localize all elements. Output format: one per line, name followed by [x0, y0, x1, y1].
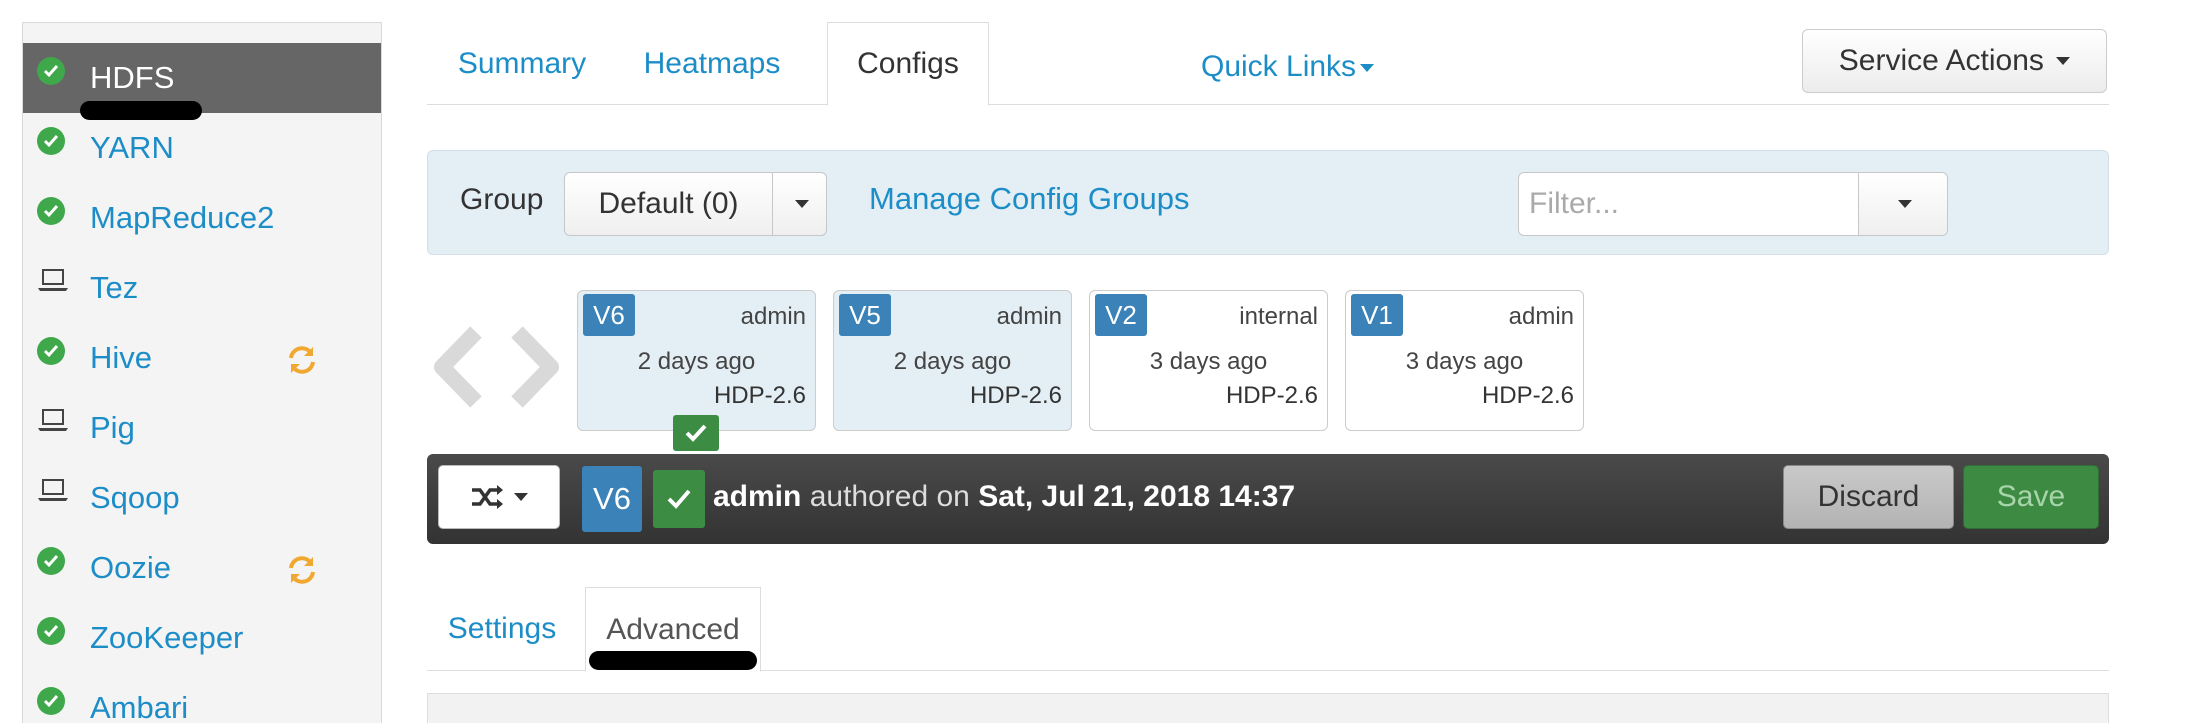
version-time: 3 days ago: [1149, 348, 1268, 375]
services-sidebar: HDFS YARN MapReduce2 Tez Hive Pig Sqoop …: [22, 22, 382, 723]
version-stack: HDP-2.6: [713, 382, 806, 409]
quick-links-dropdown[interactable]: Quick Links: [1201, 50, 1375, 84]
group-select-value[interactable]: Default (0): [565, 173, 773, 235]
sidebar-item-label: Sqoop: [90, 480, 180, 515]
sidebar-item-hdfs[interactable]: HDFS: [23, 43, 381, 113]
sidebar-item-label: Tez: [90, 270, 139, 305]
redaction-mark: [80, 101, 202, 120]
group-label: Group: [460, 183, 544, 216]
next-versions-arrow-icon[interactable]: [505, 322, 565, 412]
advanced-config-panel: [427, 693, 2109, 723]
version-time: 2 days ago: [637, 348, 756, 375]
current-version-badge: V6: [582, 466, 642, 532]
version-info-bar: V6 admin authored on Sat, Jul 21, 2018 1…: [427, 454, 2109, 544]
caret-down-icon: [2056, 57, 2071, 65]
check-circle-icon: [37, 547, 65, 575]
check-circle-icon: [37, 127, 65, 155]
sidebar-item-sqoop[interactable]: Sqoop: [23, 463, 381, 533]
group-select[interactable]: Default (0): [564, 172, 827, 236]
version-author: admin: [1508, 303, 1574, 330]
version-author: internal: [1239, 303, 1318, 330]
sidebar-item-tez[interactable]: Tez: [23, 253, 381, 323]
version-stack: HDP-2.6: [1481, 382, 1574, 409]
redaction-mark: [589, 651, 757, 670]
sidebar-item-zookeeper[interactable]: ZooKeeper: [23, 603, 381, 673]
version-author-line: admin authored on Sat, Jul 21, 2018 14:3…: [713, 480, 1295, 514]
refresh-icon[interactable]: [285, 553, 319, 587]
sidebar-item-label: MapReduce2: [90, 200, 275, 235]
check-circle-icon: [37, 687, 65, 715]
filter-box: [1518, 172, 1948, 236]
version-author-name: admin: [713, 480, 802, 513]
caret-down-icon: [514, 493, 528, 501]
version-author: admin: [996, 303, 1062, 330]
sidebar-item-label: Hive: [90, 340, 153, 375]
filter-dropdown-toggle[interactable]: [1859, 173, 1947, 235]
caret-down-icon: [1360, 64, 1375, 73]
sidebar-item-yarn[interactable]: YARN: [23, 113, 381, 183]
version-card-v1[interactable]: V1 admin 3 days ago HDP-2.6: [1345, 290, 1584, 431]
sidebar-item-label: ZooKeeper: [90, 620, 244, 655]
tab-heatmaps[interactable]: Heatmaps: [617, 22, 807, 105]
caret-down-icon: [794, 200, 809, 208]
sidebar-item-label: HDFS: [90, 60, 175, 95]
version-author: admin: [740, 303, 806, 330]
check-circle-icon: [37, 617, 65, 645]
refresh-icon[interactable]: [285, 343, 319, 377]
version-badge: V2: [1095, 294, 1147, 336]
sidebar-item-ambari[interactable]: Ambari: [23, 673, 381, 723]
sidebar-item-mapreduce2[interactable]: MapReduce2: [23, 183, 381, 253]
check-icon: [653, 470, 705, 528]
authored-on-text: authored on: [809, 480, 970, 513]
laptop-icon: [37, 407, 68, 435]
sidebar-item-pig[interactable]: Pig: [23, 393, 381, 463]
service-actions-button[interactable]: Service Actions: [1802, 29, 2107, 93]
compare-versions-button[interactable]: [438, 465, 560, 529]
group-select-toggle[interactable]: [773, 173, 826, 235]
check-circle-icon: [37, 197, 65, 225]
manage-config-groups-link[interactable]: Manage Config Groups: [869, 181, 1190, 217]
version-card-v5[interactable]: V5 admin 2 days ago HDP-2.6: [833, 290, 1072, 431]
config-group-bar: Group Default (0) Manage Config Groups: [427, 150, 2109, 255]
previous-versions-arrow-icon[interactable]: [428, 322, 488, 412]
sidebar-item-label: Pig: [90, 410, 135, 445]
version-time: 3 days ago: [1405, 348, 1524, 375]
version-badge: V1: [1351, 294, 1403, 336]
filter-input[interactable]: [1519, 173, 1859, 235]
check-circle-icon: [37, 337, 65, 365]
version-time: 2 days ago: [893, 348, 1012, 375]
version-card-v6[interactable]: V6 admin 2 days ago HDP-2.6: [577, 290, 816, 431]
current-version-check-icon: [673, 415, 719, 451]
discard-button[interactable]: Discard: [1783, 465, 1954, 529]
service-actions-label: Service Actions: [1838, 44, 2044, 77]
sidebar-item-label: Oozie: [90, 550, 171, 585]
tab-configs[interactable]: Configs: [827, 22, 989, 106]
version-card-v2[interactable]: V2 internal 3 days ago HDP-2.6: [1089, 290, 1328, 431]
sidebar-item-label: Ambari: [90, 690, 189, 723]
caret-down-icon: [1898, 200, 1912, 208]
tab-settings[interactable]: Settings: [427, 587, 577, 671]
tab-summary[interactable]: Summary: [427, 22, 617, 105]
shuffle-icon: [472, 485, 503, 509]
version-badge: V6: [583, 294, 635, 336]
check-circle-icon: [37, 57, 65, 85]
sidebar-item-hive[interactable]: Hive: [23, 323, 381, 393]
quick-links-label: Quick Links: [1201, 50, 1357, 83]
laptop-icon: [37, 267, 68, 295]
save-button[interactable]: Save: [1963, 465, 2099, 529]
version-stack: HDP-2.6: [969, 382, 1062, 409]
sidebar-item-oozie[interactable]: Oozie: [23, 533, 381, 603]
sidebar-item-label: YARN: [90, 130, 174, 165]
laptop-icon: [37, 477, 68, 505]
version-badge: V5: [839, 294, 891, 336]
version-stack: HDP-2.6: [1225, 382, 1318, 409]
version-date: Sat, Jul 21, 2018 14:37: [978, 480, 1296, 513]
